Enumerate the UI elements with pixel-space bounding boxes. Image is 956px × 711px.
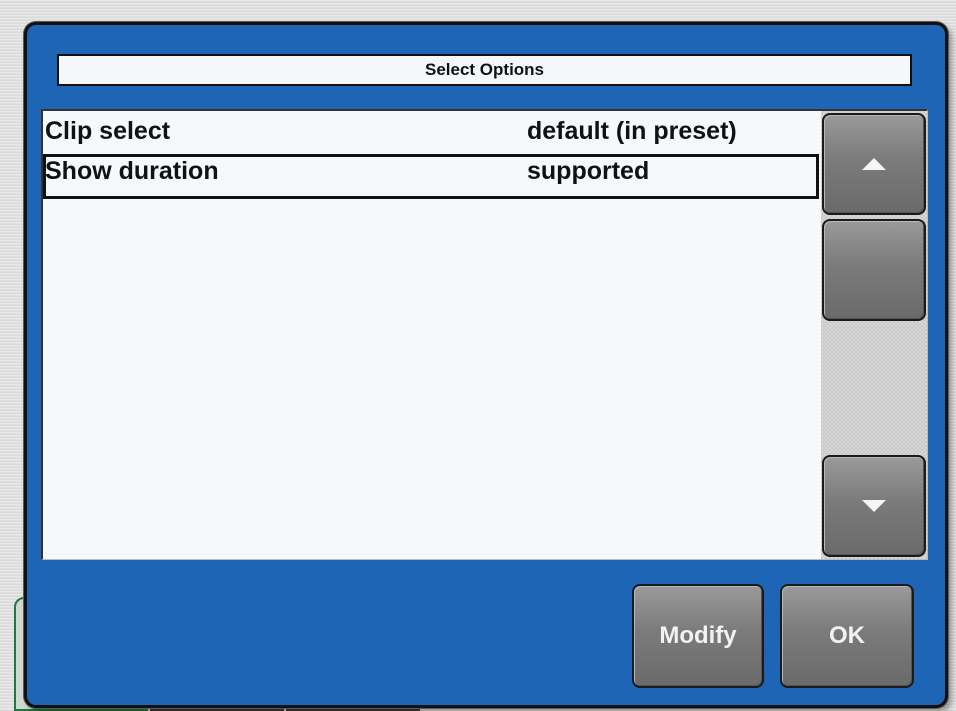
ok-button[interactable]: OK: [780, 584, 914, 688]
scroll-up-button[interactable]: [822, 113, 926, 215]
dialog-title: Select Options: [57, 54, 912, 86]
option-value: default (in preset): [527, 117, 737, 145]
arrow-up-icon: [862, 158, 886, 170]
option-name: Show duration: [45, 157, 219, 185]
select-options-dialog: Select Options Clip select default (in p…: [24, 22, 948, 708]
scroll-down-button[interactable]: [822, 455, 926, 557]
arrow-down-icon: [862, 500, 886, 512]
option-row-clip-select[interactable]: Clip select default (in preset): [43, 111, 819, 153]
scrollbar-thumb[interactable]: [822, 219, 926, 321]
options-list: Clip select default (in preset) Show dur…: [43, 111, 819, 199]
option-name: Clip select: [45, 117, 171, 145]
modify-button[interactable]: Modify: [632, 584, 764, 688]
option-row-show-duration[interactable]: Show duration supported: [43, 154, 819, 199]
option-value: supported: [527, 157, 650, 185]
options-list-panel: Clip select default (in preset) Show dur…: [41, 109, 928, 560]
